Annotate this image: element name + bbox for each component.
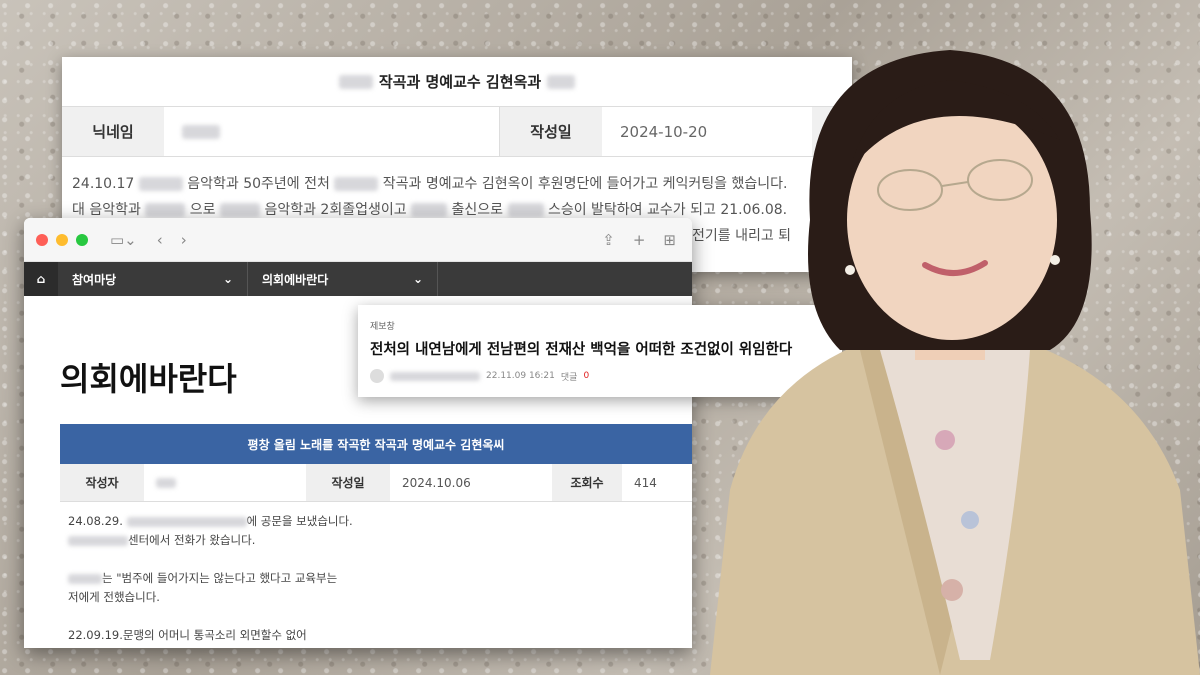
views-value: 414 bbox=[634, 475, 657, 490]
body-line: 22.09.19.문맹의 어머니 통곡소리 외면할수 없어 bbox=[68, 628, 307, 642]
chevron-down-icon: ⌄ bbox=[222, 272, 233, 286]
body-line: 는 "범주에 들어가지는 않는다고 했다고 교육부는 bbox=[68, 569, 353, 588]
date-value: 2024.10.06 bbox=[402, 475, 471, 490]
body-line: 저에게 전했습니다. bbox=[68, 590, 160, 604]
post-title: 평창 올림 노래를 작곡한 작곡과 명예교수 김현옥씨 bbox=[247, 437, 505, 452]
back-icon[interactable]: ‹ bbox=[157, 231, 163, 249]
avatar bbox=[370, 369, 384, 383]
grid-icon[interactable]: ⊞ bbox=[663, 231, 676, 249]
reply-count: 0 bbox=[583, 371, 590, 381]
plus-icon[interactable]: + bbox=[633, 231, 646, 249]
redacted-author bbox=[390, 371, 480, 381]
minimize-window-button[interactable] bbox=[56, 233, 68, 246]
redacted-text bbox=[547, 74, 576, 89]
body-line: 24.08.29. 에 공문을 보냈습니다. bbox=[68, 514, 353, 528]
nav-menu-council[interactable]: 의회에바란다 ⌄ bbox=[248, 262, 438, 296]
views-label: 조회수 bbox=[552, 464, 622, 501]
close-window-button[interactable] bbox=[36, 233, 48, 246]
redacted-text bbox=[338, 74, 373, 89]
nav-menu-participation[interactable]: 참여마당 ⌄ bbox=[58, 262, 248, 296]
author-value bbox=[144, 464, 306, 501]
maximize-window-button[interactable] bbox=[76, 233, 88, 246]
portrait-image bbox=[710, 50, 1200, 675]
comment-datetime: 22.11.09 16:21 bbox=[486, 371, 555, 381]
nav-menu-label: 참여마당 bbox=[72, 272, 117, 287]
nickname-value bbox=[164, 107, 500, 156]
share-icon[interactable]: ⇪ bbox=[602, 231, 615, 249]
post-body: 24.08.29. 에 공문을 보냈습니다. 센터에서 전화가 왔습니다. 는 … bbox=[68, 512, 353, 645]
post-meta: 작성자 작성일 2024.10.06 조회수 414 bbox=[60, 464, 692, 502]
nav-menu-label: 의회에바란다 bbox=[262, 272, 329, 287]
reply-label: 댓글 bbox=[560, 372, 578, 383]
browser-window: ▭⌄ ‹ › ⇪ + ⊞ ⌂ 참여마당 ⌄ 의회에바란다 ⌄ 의회에바란다 평창… bbox=[24, 218, 692, 648]
chevron-down-icon: ⌄ bbox=[412, 272, 423, 286]
body-line: 센터에서 전화가 왔습니다. bbox=[68, 531, 353, 550]
date-label: 작성일 bbox=[306, 464, 390, 501]
post-title-bar: 평창 올림 노래를 작곡한 작곡과 명예교수 김현옥씨 bbox=[60, 424, 692, 464]
forward-icon[interactable]: › bbox=[181, 231, 187, 249]
browser-toolbar: ▭⌄ ‹ › ⇪ + ⊞ bbox=[24, 218, 692, 262]
sidebar-icon[interactable]: ▭⌄ bbox=[110, 231, 137, 249]
author-label: 작성자 bbox=[60, 464, 144, 501]
home-icon[interactable]: ⌂ bbox=[24, 262, 58, 296]
date-label: 작성일 bbox=[500, 107, 602, 156]
site-navbar: ⌂ 참여마당 ⌄ 의회에바란다 ⌄ bbox=[24, 262, 692, 296]
nickname-label: 닉네임 bbox=[62, 107, 164, 156]
back-post-title: 작곡과 명예교수 김현옥과 bbox=[378, 73, 542, 91]
